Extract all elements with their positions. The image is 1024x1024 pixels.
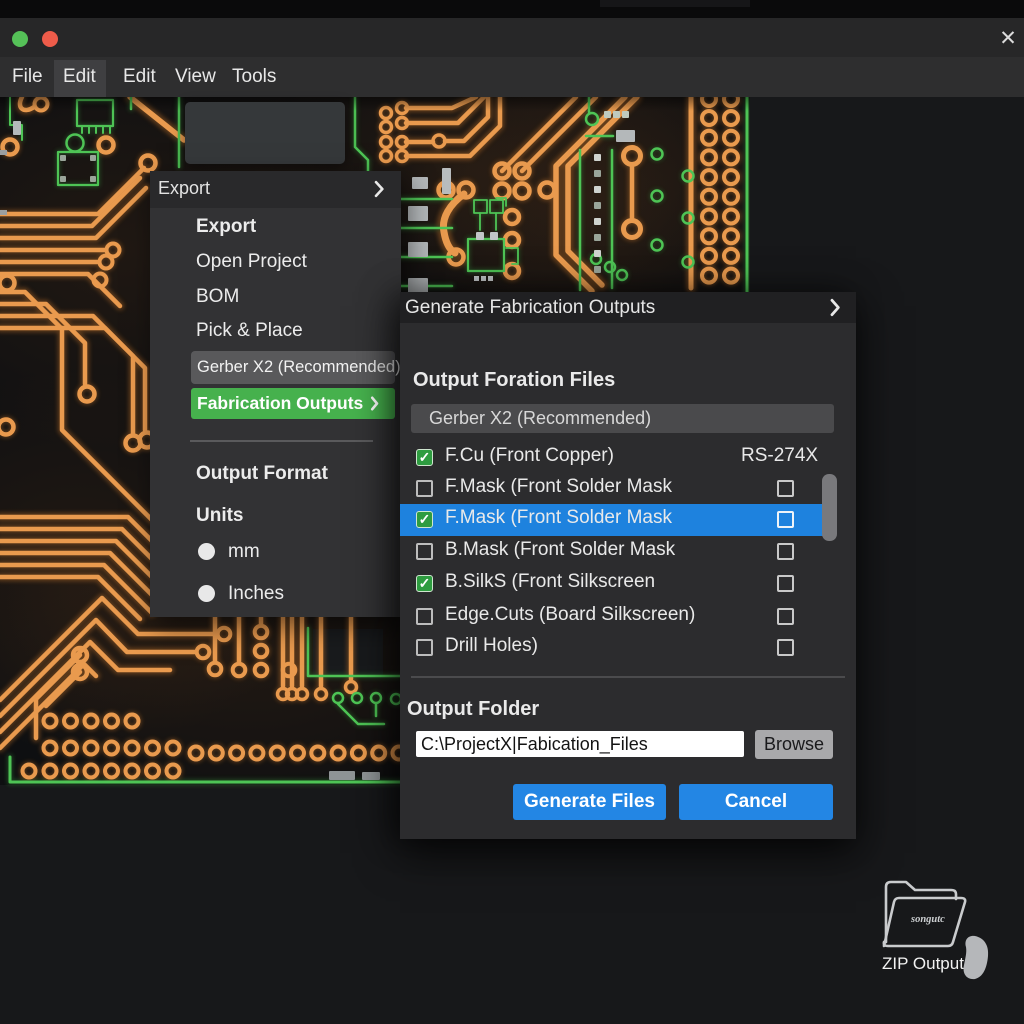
- svg-text:songutc: songutc: [910, 914, 945, 925]
